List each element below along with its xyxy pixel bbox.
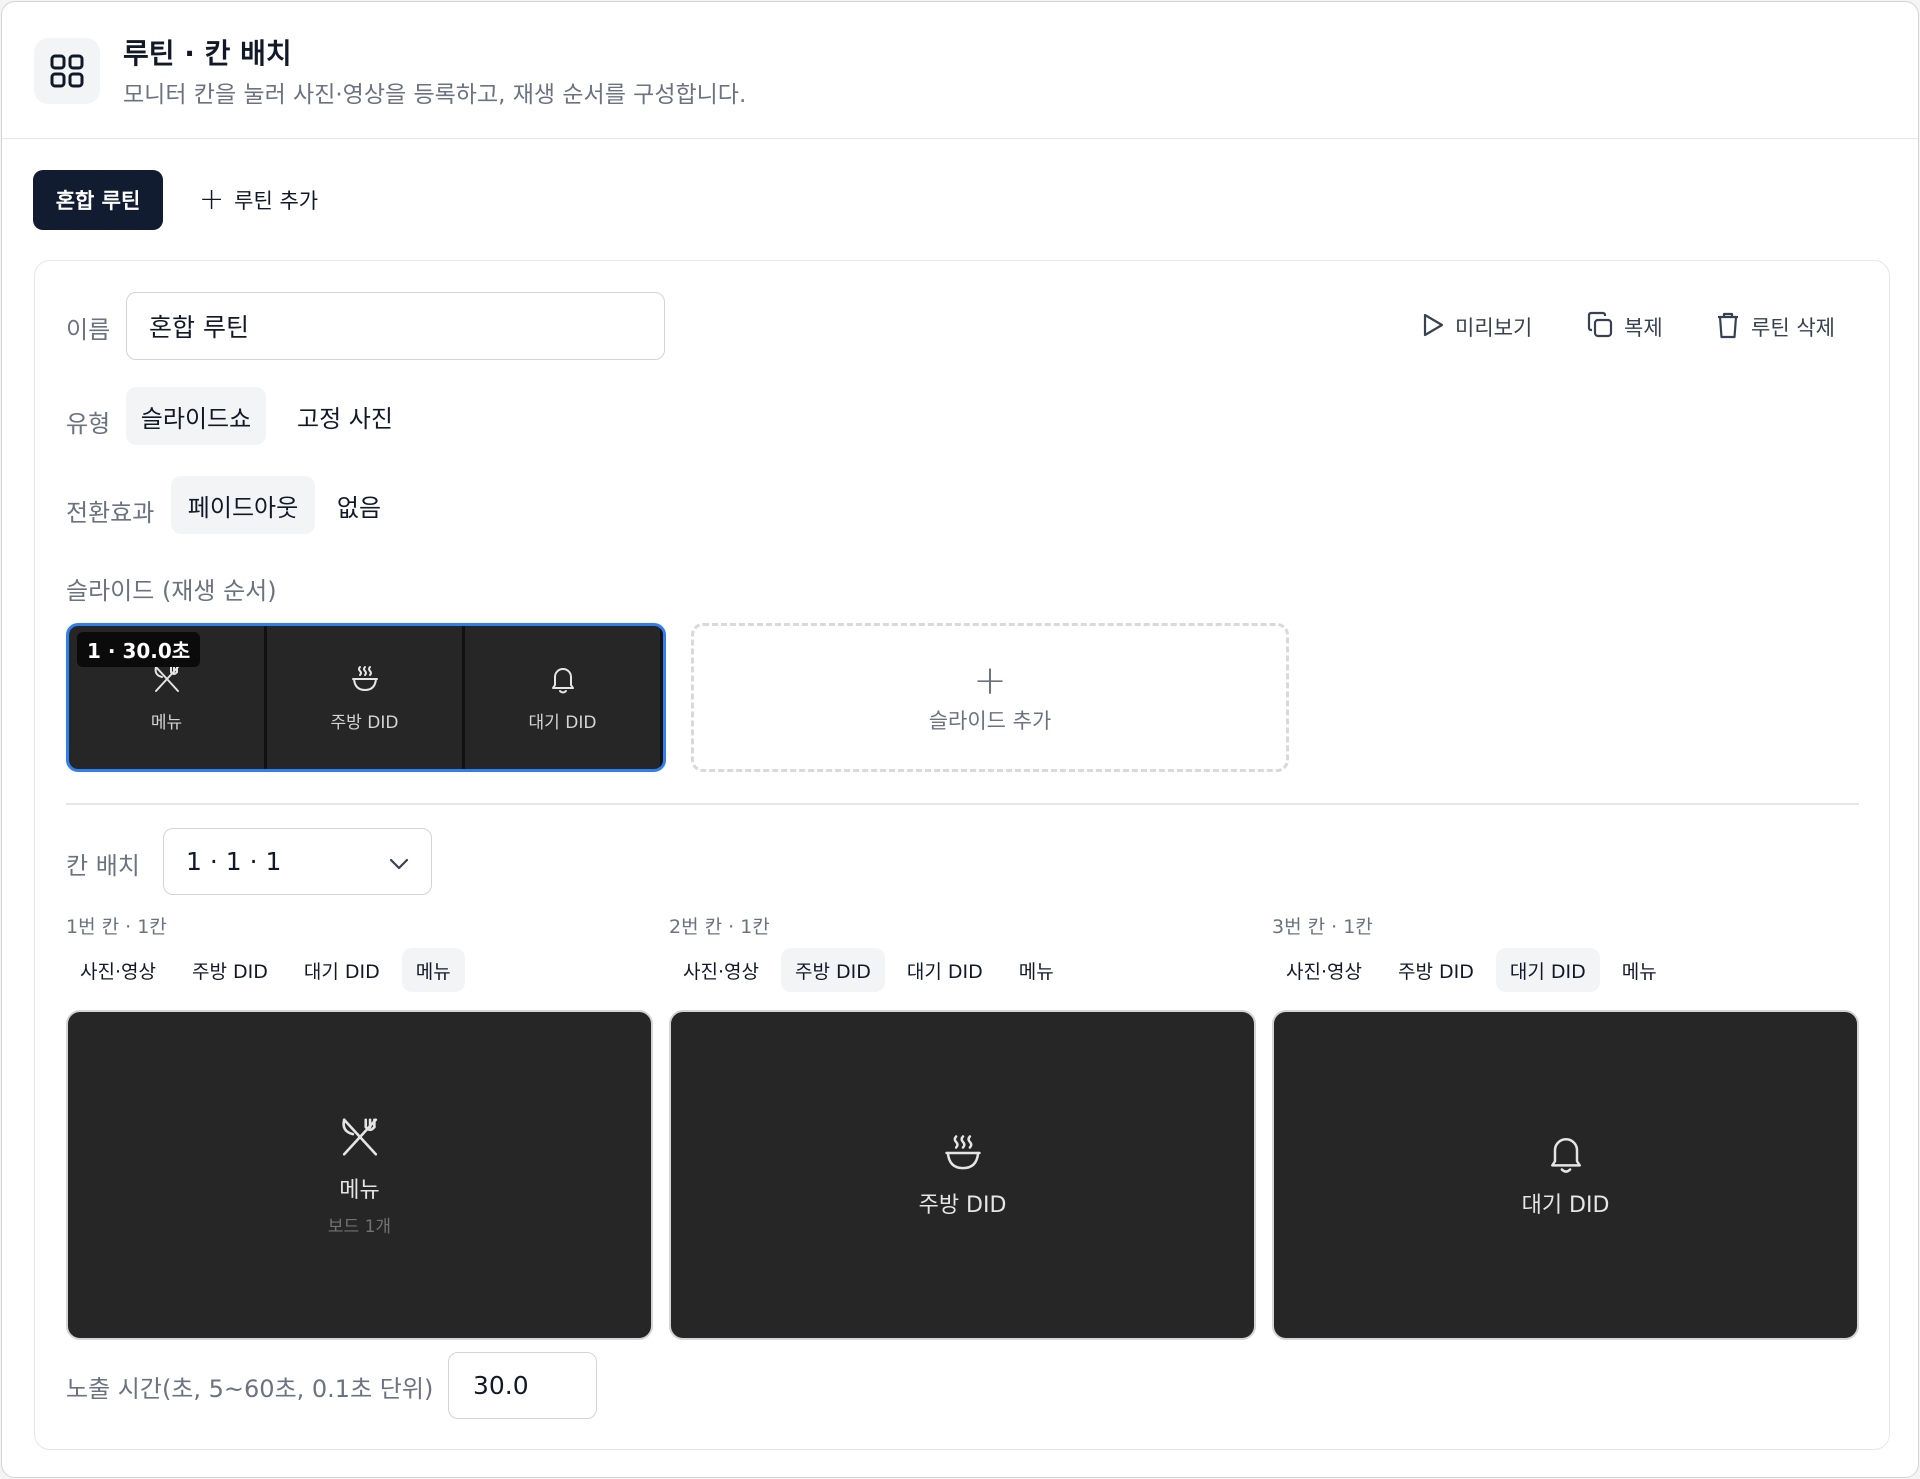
slide-cell-label: 주방 DID bbox=[330, 712, 399, 733]
column-2: 2번 칸 · 1칸 사진·영상 주방 DID 대기 DID 메뉴 주방 DID bbox=[669, 912, 1256, 1340]
header: 루틴 · 칸 배치 모니터 칸을 눌러 사진·영상을 등록하고, 재생 순서를 … bbox=[2, 2, 1918, 139]
name-label: 이름 bbox=[66, 316, 111, 344]
duration-input[interactable]: 30.0 bbox=[448, 1352, 597, 1419]
option-menu[interactable]: 메뉴 bbox=[1608, 948, 1671, 992]
page-subtitle: 모니터 칸을 눌러 사진·영상을 등록하고, 재생 순서를 구성합니다. bbox=[123, 82, 747, 108]
type-option-fixed-photo[interactable]: 고정 사진 bbox=[280, 387, 410, 445]
utensils-icon bbox=[337, 1114, 383, 1164]
preview-button[interactable]: 미리보기 bbox=[1421, 309, 1532, 345]
bell-icon bbox=[1544, 1131, 1588, 1179]
transition-option-fadeout[interactable]: 페이드아웃 bbox=[171, 476, 315, 534]
screen-label: 주방 DID bbox=[918, 1193, 1007, 1218]
slides-label: 슬라이드 (재생 순서) bbox=[66, 577, 277, 605]
monitor-screen[interactable]: 메뉴 보드 1개 bbox=[66, 1010, 653, 1340]
type-label: 유형 bbox=[66, 410, 111, 438]
column-options: 사진·영상 주방 DID 대기 DID 메뉴 bbox=[669, 948, 1256, 994]
column-title: 2번 칸 · 1칸 bbox=[669, 916, 770, 938]
duplicate-button[interactable]: 복제 bbox=[1586, 309, 1663, 345]
option-waiting-did[interactable]: 대기 DID bbox=[893, 948, 997, 992]
option-kitchen-did[interactable]: 주방 DID bbox=[178, 948, 282, 992]
utensils-icon bbox=[151, 663, 183, 700]
preview-label: 미리보기 bbox=[1455, 316, 1533, 340]
column-3: 3번 칸 · 1칸 사진·영상 주방 DID 대기 DID 메뉴 대기 DID bbox=[1272, 912, 1859, 1340]
plus-icon: + bbox=[973, 657, 1007, 704]
column-title: 3번 칸 · 1칸 bbox=[1272, 916, 1373, 938]
bowl-icon bbox=[941, 1131, 985, 1179]
routine-tab-active[interactable]: 혼합 루틴 bbox=[33, 170, 163, 230]
plus-icon: + bbox=[199, 182, 225, 217]
type-option-slideshow[interactable]: 슬라이드쇼 bbox=[126, 387, 266, 445]
layout-label: 칸 배치 bbox=[66, 852, 140, 880]
delete-routine-button[interactable]: 루틴 삭제 bbox=[1715, 309, 1835, 345]
routine-name-input[interactable]: 혼합 루틴 bbox=[126, 292, 665, 360]
routine-layout-window: 루틴 · 칸 배치 모니터 칸을 눌러 사진·영상을 등록하고, 재생 순서를 … bbox=[1, 1, 1919, 1478]
screen-label: 메뉴 bbox=[339, 1177, 380, 1203]
screen-label: 대기 DID bbox=[1521, 1193, 1610, 1218]
add-routine-button[interactable]: + 루틴 추가 bbox=[199, 170, 318, 230]
screen-sublabel: 보드 1개 bbox=[327, 1216, 392, 1237]
bowl-icon bbox=[349, 663, 381, 700]
routine-editor-panel: 이름 혼합 루틴 미리보기 복제 루틴 삭제 유형 슬라이드쇼 고정 사진 전환… bbox=[34, 260, 1890, 1450]
duration-label: 노출 시간(초, 5~60초, 0.1초 단위) bbox=[66, 1375, 434, 1403]
slide-card[interactable]: 메뉴 주방 DID 대기 DID 1 · 30.0초 bbox=[66, 623, 666, 772]
chevron-down-icon bbox=[389, 847, 409, 876]
divider bbox=[66, 803, 1859, 805]
column-title: 1번 칸 · 1칸 bbox=[66, 916, 167, 938]
grid-icon bbox=[34, 38, 100, 104]
layout-select[interactable]: 1 · 1 · 1 bbox=[163, 828, 432, 895]
transition-label: 전환효과 bbox=[66, 499, 155, 527]
add-slide-label: 슬라이드 추가 bbox=[928, 708, 1052, 733]
page-title: 루틴 · 칸 배치 bbox=[123, 37, 292, 70]
add-slide-button[interactable]: + 슬라이드 추가 bbox=[691, 623, 1289, 772]
layout-select-value: 1 · 1 · 1 bbox=[186, 847, 282, 876]
option-kitchen-did[interactable]: 주방 DID bbox=[780, 948, 885, 992]
bell-icon bbox=[547, 663, 579, 700]
slide-cell: 대기 DID bbox=[465, 626, 663, 769]
option-photo-video[interactable]: 사진·영상 bbox=[66, 948, 170, 992]
option-photo-video[interactable]: 사진·영상 bbox=[669, 948, 773, 992]
duplicate-label: 복제 bbox=[1624, 316, 1663, 340]
option-waiting-did[interactable]: 대기 DID bbox=[290, 948, 394, 992]
option-menu[interactable]: 메뉴 bbox=[401, 948, 465, 992]
delete-routine-label: 루틴 삭제 bbox=[1751, 316, 1835, 340]
option-waiting-did[interactable]: 대기 DID bbox=[1495, 948, 1600, 992]
slide-cell-label: 메뉴 bbox=[150, 712, 183, 733]
column-1: 1번 칸 · 1칸 사진·영상 주방 DID 대기 DID 메뉴 메뉴 보드 1… bbox=[66, 912, 653, 1340]
monitor-screen[interactable]: 주방 DID bbox=[669, 1010, 1256, 1340]
column-options: 사진·영상 주방 DID 대기 DID 메뉴 bbox=[66, 948, 653, 994]
slide-cell: 주방 DID bbox=[267, 626, 465, 769]
add-routine-label: 루틴 추가 bbox=[234, 189, 319, 213]
play-icon bbox=[1421, 312, 1445, 343]
copy-icon bbox=[1586, 311, 1614, 344]
option-photo-video[interactable]: 사진·영상 bbox=[1272, 948, 1376, 992]
slide-cell-label: 대기 DID bbox=[528, 712, 597, 733]
column-options: 사진·영상 주방 DID 대기 DID 메뉴 bbox=[1272, 948, 1859, 994]
option-kitchen-did[interactable]: 주방 DID bbox=[1384, 948, 1488, 992]
slide-order-badge: 1 · 30.0초 bbox=[77, 632, 201, 667]
trash-icon bbox=[1715, 311, 1741, 344]
option-menu[interactable]: 메뉴 bbox=[1005, 948, 1068, 992]
transition-option-none[interactable]: 없음 bbox=[323, 476, 395, 534]
monitor-screen[interactable]: 대기 DID bbox=[1272, 1010, 1859, 1340]
